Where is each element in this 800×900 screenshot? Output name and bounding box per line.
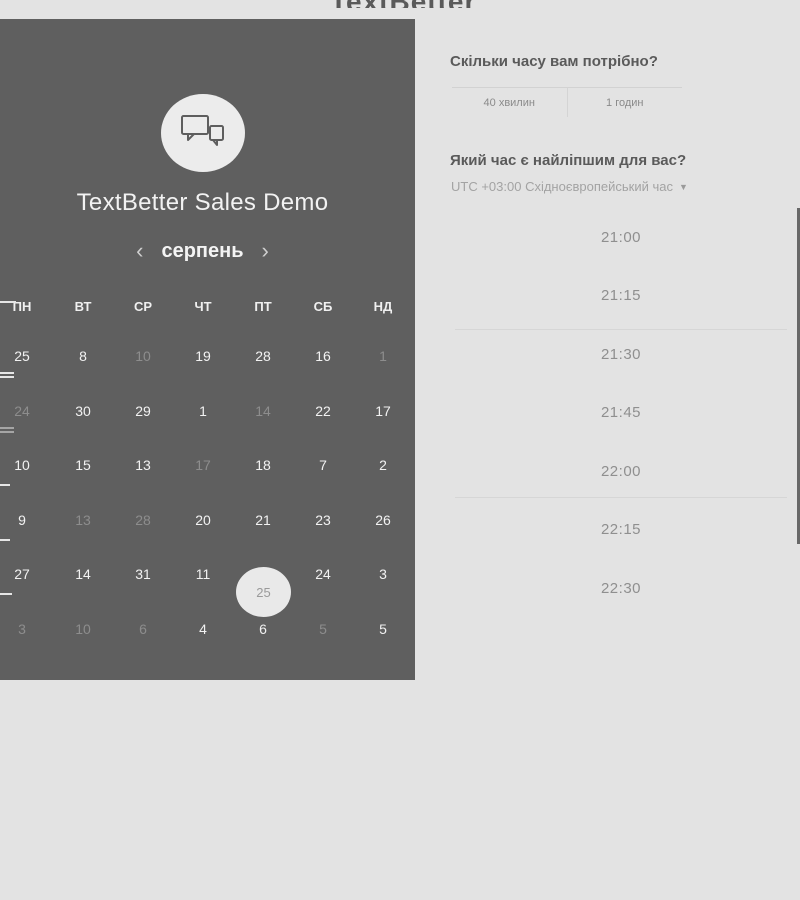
weekday-label: ЧТ: [194, 299, 212, 314]
calendar-day: 24: [14, 403, 30, 419]
month-navigation: ‹ серпень ›: [0, 236, 405, 266]
calendar-day[interactable]: 24: [303, 566, 343, 582]
weekday-label: ВТ: [74, 299, 92, 314]
calendar-day[interactable]: 15: [63, 457, 103, 473]
time-slot[interactable]: 21:15: [455, 267, 787, 325]
calendar-day[interactable]: 9: [2, 512, 42, 528]
week-marker: [0, 484, 10, 486]
calendar-day[interactable]: 5: [363, 621, 403, 637]
calendar-day[interactable]: 16: [303, 348, 343, 364]
slot-divider: [455, 497, 787, 498]
weekday-label: ПТ: [254, 299, 272, 314]
calendar-day[interactable]: 26: [363, 512, 403, 528]
calendar-day: 5: [319, 621, 327, 637]
duration-option-1-hour[interactable]: 1 годин: [566, 87, 682, 117]
calendar-day[interactable]: 7: [303, 457, 343, 473]
calendar-day[interactable]: 31: [123, 566, 163, 582]
calendar-day[interactable]: 8: [63, 348, 103, 364]
calendar-day[interactable]: 1: [183, 403, 223, 419]
timezone-dropdown[interactable]: UTC +03:00 Східноєвропейський час ▼: [451, 179, 688, 194]
calendar-day: 1: [379, 348, 387, 364]
week-marker: [0, 431, 14, 433]
calendar-day[interactable]: 18: [243, 457, 283, 473]
time-slot[interactable]: 21:30: [455, 325, 787, 383]
month-label: серпень: [161, 239, 244, 262]
event-avatar: [161, 94, 245, 172]
calendar-day: 17: [195, 457, 211, 473]
calendar-day[interactable]: 25: [2, 348, 42, 364]
calendar-day[interactable]: 3: [363, 566, 403, 582]
calendar-day[interactable]: 28: [243, 348, 283, 364]
weekday-label: СР: [133, 299, 153, 314]
event-title: TextBetter Sales Demo: [76, 189, 329, 216]
calendar-day[interactable]: 10: [2, 457, 42, 473]
brand-logo: TextBetter: [330, 0, 530, 8]
duration-selector: 40 хвилин 1 годин: [452, 87, 682, 117]
calendar-day: 28: [135, 512, 151, 528]
calendar-day[interactable]: 13: [123, 457, 163, 473]
caret-down-icon: ▼: [678, 181, 688, 192]
chat-bubbles-icon: [180, 113, 226, 154]
week-marker: [0, 427, 14, 429]
weekday-label: НД: [373, 299, 393, 314]
next-month-button[interactable]: ›: [262, 240, 269, 262]
duration-heading: Скільки часу вам потрібно?: [450, 53, 658, 70]
calendar-day[interactable]: 17: [363, 403, 403, 419]
calendar-day[interactable]: 29: [123, 403, 163, 419]
time-heading: Який час є найліпшим для вас?: [450, 152, 687, 169]
week-marker: [0, 539, 10, 541]
week-marker: [0, 301, 16, 303]
calendar-panel: TextBetter Sales Demo ‹ серпень › ПН ВТ СР…: [0, 19, 415, 680]
calendar-day[interactable]: 2: [363, 457, 403, 473]
calendar-day[interactable]: 27: [2, 566, 42, 582]
calendar-day[interactable]: 30: [63, 403, 103, 419]
time-slot[interactable]: 22:15: [455, 501, 787, 559]
slot-divider: [455, 329, 787, 330]
week-marker: [0, 376, 14, 378]
calendar-day[interactable]: 22: [303, 403, 343, 419]
duration-option-40-min[interactable]: 40 хвилин: [452, 87, 567, 117]
calendar-day: 10: [75, 621, 91, 637]
calendar-day: 6: [139, 621, 147, 637]
time-slot[interactable]: 21:00: [455, 208, 787, 266]
calendar-day[interactable]: 14: [63, 566, 103, 582]
week-marker: [0, 372, 14, 374]
calendar-day[interactable]: 11: [183, 566, 223, 582]
time-slot[interactable]: 21:45: [455, 384, 787, 442]
calendar-day[interactable]: 21: [243, 512, 283, 528]
time-slot[interactable]: 22:00: [455, 442, 787, 500]
calendar-day: 13: [75, 512, 91, 528]
week-marker: [0, 593, 12, 595]
calendar-day: 10: [135, 348, 151, 364]
time-slot[interactable]: 22:30: [455, 559, 787, 617]
calendar-day[interactable]: 19: [183, 348, 223, 364]
calendar-day: 3: [18, 621, 26, 637]
calendar-day-selected[interactable]: 25: [236, 567, 291, 617]
calendar-day[interactable]: 23: [303, 512, 343, 528]
calendar-day: 14: [255, 403, 271, 419]
calendar-day[interactable]: 20: [183, 512, 223, 528]
prev-month-button[interactable]: ‹: [136, 240, 143, 262]
calendar-day[interactable]: 4: [183, 621, 223, 637]
timezone-label: UTC +03:00 Східноєвропейський час: [451, 179, 673, 194]
calendar-day[interactable]: 6: [243, 621, 283, 637]
weekday-label: СБ: [313, 299, 333, 314]
